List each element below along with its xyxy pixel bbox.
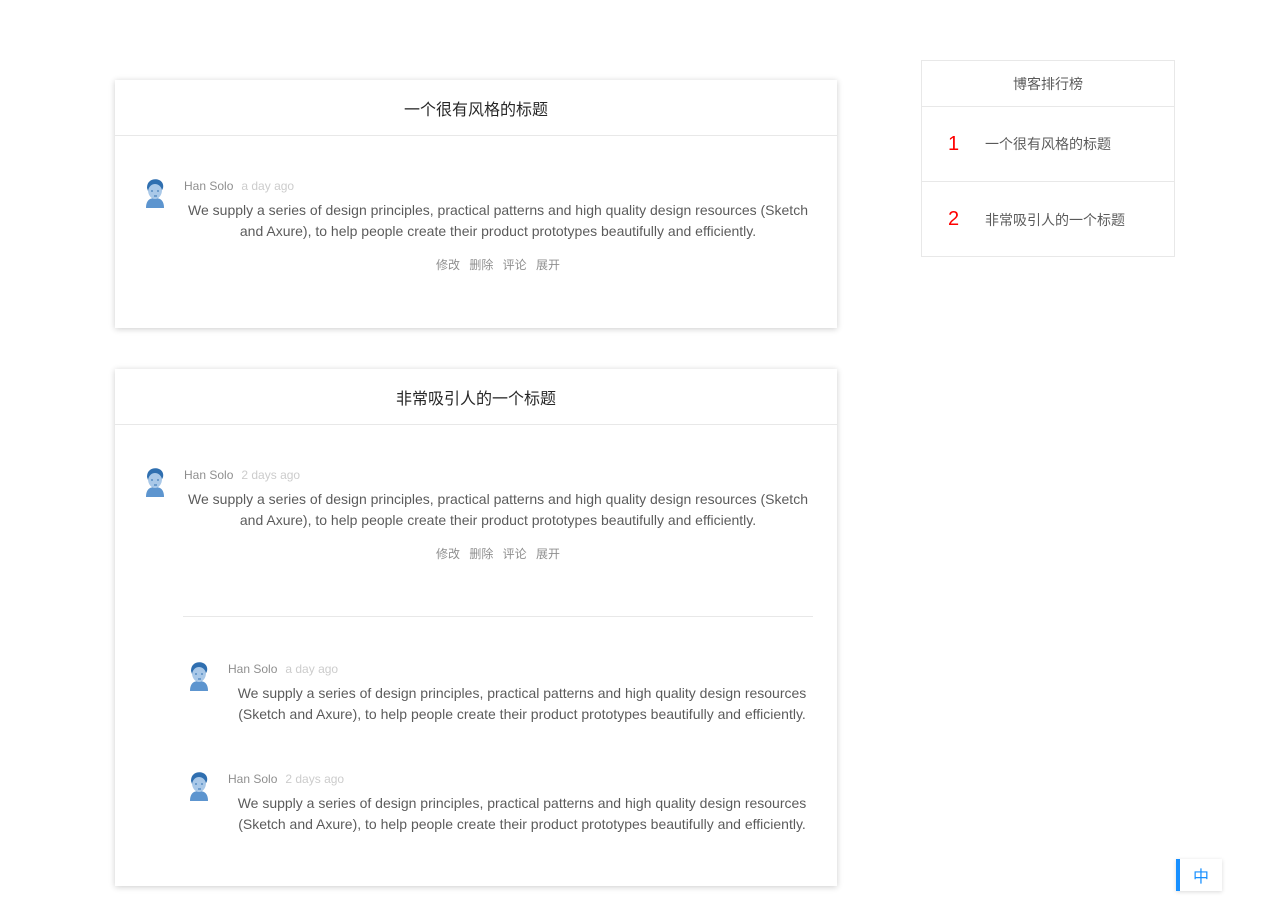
ranking-item[interactable]: 2 非常吸引人的一个标题: [922, 182, 1174, 257]
expand-action[interactable]: 展开: [536, 547, 560, 561]
comment-author[interactable]: Han Solo: [228, 772, 277, 786]
delete-action[interactable]: 删除: [469, 547, 493, 561]
post-card: 一个很有风格的标题 Han Solo a day ago We supply a …: [115, 80, 837, 328]
post-title: 非常吸引人的一个标题: [115, 369, 837, 425]
comment-time: a day ago: [241, 179, 295, 193]
comment-text: We supply a series of design principles,…: [237, 795, 807, 832]
comment-meta: Han Solo 2 days ago: [184, 467, 812, 483]
avatar[interactable]: [142, 467, 168, 497]
expand-action[interactable]: 展开: [536, 258, 560, 272]
avatar-portrait-icon: [190, 772, 208, 801]
comment-content: Han Solo 2 days ago We supply a series of…: [228, 771, 816, 835]
comment-time: a day ago: [285, 662, 339, 676]
rank-post-title[interactable]: 一个很有风格的标题: [985, 134, 1111, 154]
post-title: 一个很有风格的标题: [115, 80, 837, 136]
comment-meta: Han Solo a day ago: [184, 178, 812, 194]
comment-time: 2 days ago: [285, 772, 345, 786]
avatar[interactable]: [142, 178, 168, 208]
ranking-title: 博客排行榜: [922, 61, 1174, 107]
post-card: 非常吸引人的一个标题 Han Solo 2 days ago We supply …: [115, 369, 837, 886]
comment-content: Han Solo a day ago We supply a series of …: [184, 178, 812, 273]
comment-author[interactable]: Han Solo: [184, 468, 233, 482]
avatar[interactable]: [186, 771, 212, 801]
avatar-portrait-icon: [146, 468, 164, 497]
language-toggle-button[interactable]: 中: [1176, 859, 1222, 891]
rank-number: 2: [947, 208, 960, 230]
edit-action[interactable]: 修改: [436, 547, 460, 561]
reply-action[interactable]: 评论: [503, 547, 527, 561]
comment-time: 2 days ago: [241, 468, 301, 482]
comment-meta: Han Solo 2 days ago: [228, 771, 816, 787]
comment-author[interactable]: Han Solo: [228, 662, 277, 676]
avatar-portrait-icon: [190, 662, 208, 691]
comment-content: Han Solo a day ago We supply a series of …: [228, 661, 816, 725]
reply-action[interactable]: 评论: [503, 258, 527, 272]
comment-text: We supply a series of design principles,…: [188, 491, 808, 528]
blog-ranking-panel: 博客排行榜 1 一个很有风格的标题 2 非常吸引人的一个标题: [921, 60, 1175, 257]
comment-content: Han Solo 2 days ago We supply a series of…: [184, 467, 812, 562]
comment-author[interactable]: Han Solo: [184, 179, 233, 193]
replies-divider: [183, 616, 813, 617]
comment-text: We supply a series of design principles,…: [237, 685, 807, 722]
edit-action[interactable]: 修改: [436, 258, 460, 272]
rank-number: 1: [947, 132, 960, 155]
rank-post-title[interactable]: 非常吸引人的一个标题: [985, 210, 1125, 230]
avatar-portrait-icon: [146, 179, 164, 208]
ranking-item[interactable]: 1 一个很有风格的标题: [922, 107, 1174, 182]
delete-action[interactable]: 删除: [469, 258, 493, 272]
comment-actions: 修改 删除 评论 展开: [184, 256, 812, 273]
comment-text: We supply a series of design principles,…: [188, 202, 808, 239]
page: 一个很有风格的标题 Han Solo a day ago We supply a …: [0, 0, 1269, 906]
avatar[interactable]: [186, 661, 212, 691]
comment-meta: Han Solo a day ago: [228, 661, 816, 677]
comment-actions: 修改 删除 评论 展开: [184, 545, 812, 562]
